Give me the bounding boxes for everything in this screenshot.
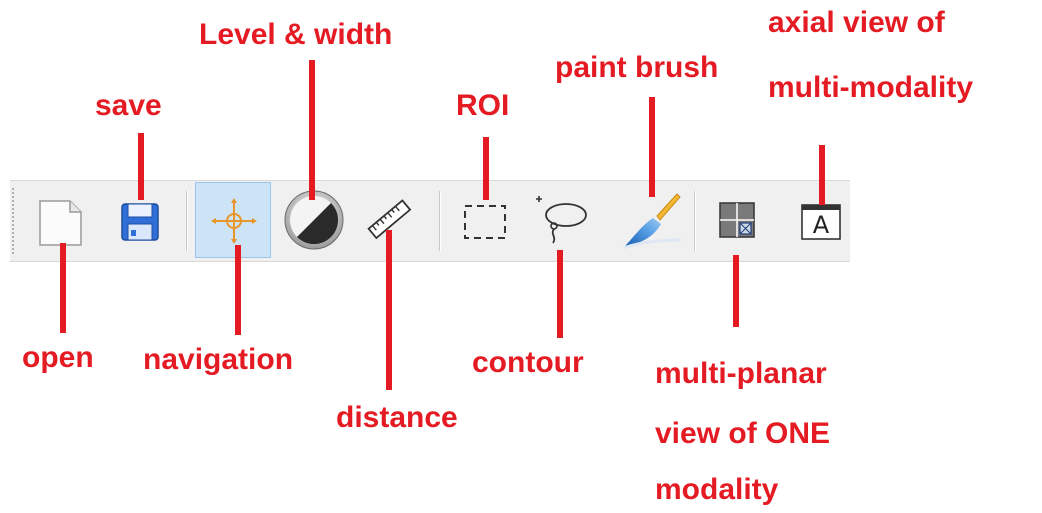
multi-planar-label-line3: modality [655, 473, 779, 506]
toolbar-separator [186, 191, 187, 251]
multi-planar-arrow [733, 255, 739, 327]
toolbar-grip[interactable] [12, 188, 14, 254]
level-width-label: Level & width [199, 18, 393, 51]
multi-planar-label-line2: view of ONE [655, 417, 831, 450]
save-arrow [138, 133, 144, 200]
roi-arrow [483, 137, 489, 200]
axial-view-label-line2: multi-modality [768, 71, 974, 104]
navigation-arrow [235, 245, 241, 335]
open-arrow [60, 243, 66, 333]
contour-label: contour [472, 346, 584, 379]
contour-button[interactable] [524, 182, 600, 258]
lasso-icon [536, 196, 587, 244]
axial-view-label-line1: axial view of [768, 6, 945, 39]
axial-view-arrow [819, 145, 825, 205]
axial-button-letter: A [812, 211, 830, 239]
annotated-toolbar-figure: A Level & width save ROI paint brush axi… [0, 0, 1042, 513]
navigation-label: navigation [143, 343, 294, 376]
paint-brush-label: paint brush [555, 51, 719, 84]
grid-layout-icon [719, 202, 755, 238]
multi-planar-button[interactable] [699, 182, 775, 258]
paint-brush-arrow [649, 97, 655, 197]
navigation-button[interactable] [195, 182, 271, 258]
save-label: save [95, 89, 162, 122]
crosshair-icon [211, 198, 257, 244]
contour-arrow [557, 250, 563, 338]
toolbar-separator [694, 191, 695, 251]
open-label: open [22, 341, 94, 374]
distance-arrow [386, 230, 392, 390]
distance-label: distance [336, 401, 458, 434]
level-width-arrow [309, 60, 315, 200]
roi-label: ROI [456, 89, 510, 122]
multi-planar-label-line1: multi-planar [655, 357, 827, 390]
toolbar-separator [439, 191, 440, 251]
